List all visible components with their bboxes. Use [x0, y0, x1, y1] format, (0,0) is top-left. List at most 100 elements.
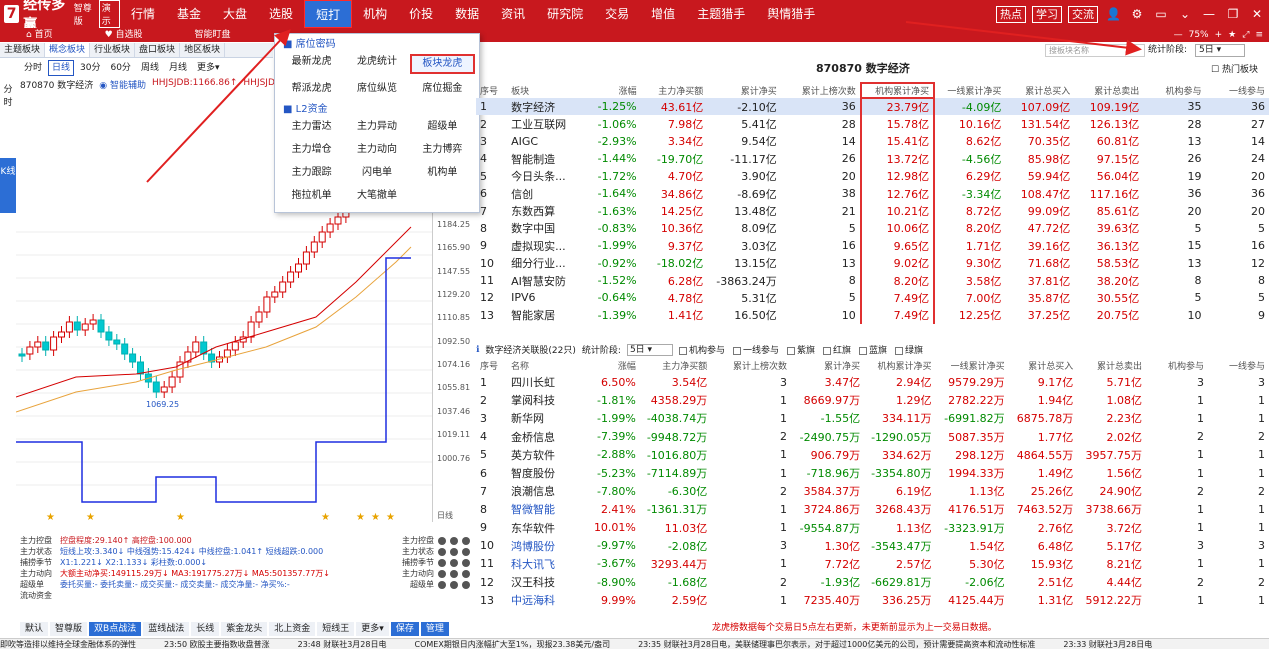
star-icon[interactable]: ★	[1228, 28, 1236, 42]
menu-item[interactable]: 机构	[352, 0, 398, 28]
gear-icon[interactable]	[438, 580, 446, 589]
name-cell[interactable]: 汉王科技	[507, 573, 578, 591]
strategy-tab[interactable]: 更多▾	[356, 622, 389, 636]
table-row[interactable]: 4 智能制造 -1.44% -19.70亿 -11.17亿 26 13.72亿 -4.56亿 8…	[476, 150, 1269, 168]
table-row[interactable]: 11 科大讯飞 -3.67% 3293.44万 1 7.72亿 2.57亿 5.30亿 15.9…	[476, 555, 1269, 573]
menu-item[interactable]: 短打	[304, 0, 353, 28]
settings-icon[interactable]	[462, 536, 470, 545]
close-icon[interactable]	[450, 569, 458, 578]
gear-icon[interactable]: ⚙	[1130, 7, 1144, 21]
table-row[interactable]: 7 浪潮信息 -7.80% -6.30亿 2 3584.37万 6.19亿 1.13亿 25.2…	[476, 482, 1269, 500]
chat-button[interactable]: 交流	[1068, 5, 1098, 23]
hot-block-checkbox[interactable]: ☐ 热门板块	[1211, 62, 1258, 75]
name-cell[interactable]: 东数西算	[507, 202, 578, 219]
expand-icon[interactable]: ⤢	[1242, 28, 1249, 42]
side-kline-tab[interactable]: K线	[0, 158, 16, 213]
table-row[interactable]: 3 新华网 -1.99% -4038.74万 1 -1.55亿 334.11万 -6991.8…	[476, 409, 1269, 427]
window-icon[interactable]: ▭	[1154, 7, 1168, 21]
period-tab[interactable]: 日线	[48, 60, 75, 76]
name-cell[interactable]: 英方软件	[507, 446, 578, 464]
table-row[interactable]: 8 智微智能 2.41% -1361.31万 1 3724.86万 3268.43万 4176…	[476, 500, 1269, 518]
name-cell[interactable]: 中远海科	[507, 591, 578, 609]
table-row[interactable]: 13 智能家居 -1.39% 1.41亿 16.50亿 10 7.49亿 12.25亿 37.2…	[476, 306, 1269, 325]
table-row[interactable]: 13 中远海科 9.99% 2.59亿 1 7235.40万 336.25万 4125.44万…	[476, 591, 1269, 609]
tab-smart-watch[interactable]: 智能盯盘	[169, 28, 257, 42]
menu-item[interactable]: 大盘	[212, 0, 258, 28]
side-intraday-tab[interactable]: 分时	[0, 78, 16, 128]
period-tab[interactable]: 周线	[137, 60, 163, 76]
column-header[interactable]: 一线累计净买	[934, 83, 1005, 98]
close-icon[interactable]	[450, 580, 458, 589]
column-header[interactable]: 累计总买入	[1009, 358, 1078, 373]
restore-icon[interactable]: ❐	[1226, 7, 1240, 21]
dropdown-item[interactable]: 席位纵览	[344, 81, 409, 97]
strategy-tab[interactable]: 保存	[390, 622, 419, 636]
tab-home[interactable]: ⌂ 首页	[0, 28, 79, 42]
block-search-input[interactable]: 搜板块名称	[1045, 44, 1145, 57]
table-row[interactable]: 9 虚拟现实... -1.99% 9.37亿 3.03亿 16 9.65亿 1.71亿 39.1…	[476, 237, 1269, 255]
strategy-tab[interactable]: 蓝线战法	[143, 622, 190, 636]
table-row[interactable]: 10 细分行业... -0.92% -18.02亿 13.15亿 13 9.02亿 9.30亿…	[476, 254, 1269, 272]
checkbox-box[interactable]	[732, 346, 741, 355]
close-icon[interactable]: ✕	[1250, 7, 1264, 21]
column-header[interactable]: 累计上榜次数	[711, 358, 791, 373]
column-header[interactable]: 累计上榜次数	[781, 83, 861, 98]
dropdown-item[interactable]: 帮派龙虎	[279, 81, 344, 97]
dropdown-item[interactable]: 闪电单	[344, 165, 409, 181]
table-row[interactable]: 3 AIGC -2.93% 3.34亿 9.54亿 14 15.41亿 8.62亿 70.35亿…	[476, 132, 1269, 151]
column-header[interactable]: 累计总卖出	[1074, 83, 1143, 98]
dropdown-item[interactable]: 主力博弈	[410, 142, 475, 158]
smart-assist-toggle[interactable]: ◉ 智能辅助	[99, 78, 146, 91]
close-icon[interactable]	[450, 558, 458, 567]
period-tab[interactable]: 分时	[20, 60, 46, 76]
column-header[interactable]: 机构参与	[1146, 358, 1208, 373]
dropdown-item[interactable]: 席位掘金	[410, 81, 475, 97]
menu-item[interactable]: 舆情猎手	[756, 0, 826, 28]
column-header[interactable]: 累计净买	[707, 83, 780, 98]
hot-button[interactable]: 热点	[996, 5, 1026, 23]
menu-item[interactable]: 数据	[444, 0, 490, 28]
flag-checkbox[interactable]: 机构参与	[678, 343, 725, 356]
name-cell[interactable]: 东华软件	[507, 519, 578, 537]
menu-item[interactable]: 基金	[166, 0, 212, 28]
name-cell[interactable]: 鸿博股份	[507, 537, 578, 555]
table-row[interactable]: 12 IPV6 -0.64% 4.78亿 5.31亿 5 7.49亿 7.00亿 35.87亿 3…	[476, 289, 1269, 307]
name-cell[interactable]: 细分行业...	[507, 255, 578, 272]
table-row[interactable]: 1 四川长虹 6.50% 3.54亿 3 3.47亿 2.94亿 9579.29万 9.17亿 5…	[476, 373, 1269, 391]
flag-checkbox[interactable]: 紫旗	[786, 343, 815, 356]
block-type-tab[interactable]: 概念板块	[45, 43, 91, 57]
sub-stat-select[interactable]: 5日 ▾	[626, 343, 673, 356]
settings-icon[interactable]	[462, 558, 470, 567]
flag-checkbox[interactable]: 绿旗	[895, 343, 923, 356]
table-row[interactable]: 11 AI智慧安防 -1.52% 6.28亿 -3863.24万 8 8.20亿 3.58亿 3…	[476, 271, 1269, 290]
table-row[interactable]: 2 掌阅科技 -1.81% 4358.29万 1 8669.97万 1.29亿 2782.22…	[476, 391, 1269, 409]
period-tab[interactable]: 60分	[106, 60, 134, 76]
user-icon[interactable]: 👤	[1106, 7, 1121, 21]
table-row[interactable]: 5 今日头条... -1.72% 4.70亿 3.90亿 20 12.98亿 6.29亿 59.…	[476, 167, 1269, 185]
menu-item[interactable]: 增值	[640, 0, 686, 28]
name-cell[interactable]: 智能家居	[507, 307, 578, 324]
period-tab[interactable]: 月线	[165, 60, 191, 76]
flag-checkbox[interactable]: 红旗	[823, 343, 851, 356]
checkbox-box[interactable]	[823, 346, 831, 355]
column-header[interactable]: 板块	[507, 83, 578, 98]
block-type-tab[interactable]: 行业板块	[90, 43, 136, 57]
learn-button[interactable]: 学习	[1032, 5, 1062, 23]
dropdown-item[interactable]: 大笔撤单	[344, 188, 409, 204]
stat-period-select[interactable]: 5日 ▾	[1195, 44, 1245, 57]
dropdown-item[interactable]: 主力增仓	[279, 142, 344, 158]
gear-icon[interactable]	[438, 558, 446, 567]
name-cell[interactable]: 金桥信息	[507, 428, 578, 446]
chevron-down-icon[interactable]: ⌄	[1178, 7, 1192, 21]
column-header[interactable]: 名称	[507, 358, 578, 373]
table-row[interactable]: 6 智度股份 -5.23% -7114.89万 1 -718.96万 -3354.80万 19…	[476, 464, 1269, 482]
settings-icon[interactable]	[462, 547, 470, 556]
ticker-item[interactable]: 23:50 欧股主要指数收盘普涨	[164, 640, 270, 649]
column-header[interactable]: 主力净买额	[641, 83, 708, 98]
column-header[interactable]: 机构累计净买	[859, 82, 936, 99]
name-cell[interactable]: 智能制造	[507, 150, 578, 167]
table-row[interactable]: 5 英方软件 -2.88% -1016.80万 1 906.79万 334.62万 298.1…	[476, 446, 1269, 464]
name-cell[interactable]: 数字中国	[507, 220, 578, 237]
strategy-tab[interactable]: 智尊版	[50, 622, 88, 636]
name-cell[interactable]: 虚拟现实...	[507, 237, 578, 254]
